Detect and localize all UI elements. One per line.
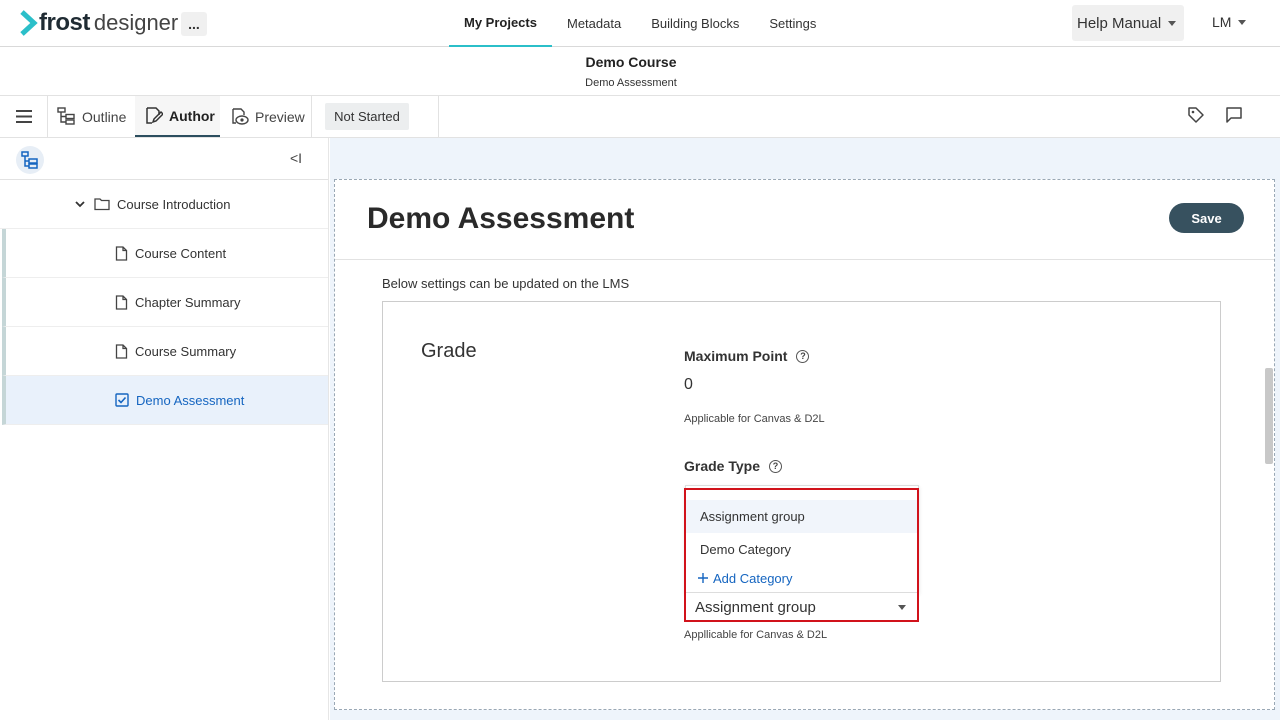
page-icon: [115, 343, 128, 359]
main-nav-tabs: My Projects Metadata Building Blocks Set…: [449, 0, 831, 47]
dropdown-option-assignment-group[interactable]: Assignment group: [686, 500, 918, 533]
tab-outline-label: Outline: [82, 108, 127, 125]
dropdown-option-demo-category[interactable]: Demo Category: [686, 533, 918, 566]
logo-brand: frost: [39, 9, 90, 36]
grade-type-select[interactable]: Assignment group: [686, 593, 918, 621]
author-edit-icon: [146, 107, 163, 124]
plus-icon: [698, 573, 708, 583]
section-title: Grade: [421, 340, 477, 362]
nav-tab-metadata[interactable]: Metadata: [552, 0, 636, 47]
tree-view-icon: [21, 151, 38, 169]
chevron-down-icon: [1168, 20, 1177, 26]
tree-item-label: Course Content: [135, 245, 227, 261]
tree-item-course-content[interactable]: Course Content: [2, 229, 328, 278]
toolbar-divider: [438, 96, 439, 137]
tree-item-course-summary[interactable]: Course Summary: [2, 327, 328, 376]
menu-button[interactable]: [0, 96, 48, 137]
chevron-down-icon: [1238, 19, 1247, 25]
grade-type-dropdown-menu: Assignment group Demo Category Add Categ…: [685, 485, 919, 593]
page-title: Demo Assessment: [367, 202, 635, 235]
add-category-button[interactable]: Add Category: [686, 566, 918, 590]
logo-product: designer: [93, 10, 179, 35]
tag-icon[interactable]: [1187, 106, 1205, 124]
status-badge[interactable]: Not Started: [325, 103, 409, 130]
user-initials: LM: [1212, 14, 1232, 30]
lms-note: Below settings can be updated on the LMS: [382, 276, 630, 291]
tree-item-chapter-summary[interactable]: Chapter Summary: [2, 278, 328, 327]
help-manual-label: Help Manual: [1077, 14, 1162, 32]
folder-icon: [94, 198, 110, 211]
frost-designer-logo[interactable]: frost designer: [20, 9, 178, 37]
tree-item-label: Course Summary: [135, 343, 237, 359]
tree-view-button[interactable]: [16, 146, 44, 174]
preview-eye-icon: [232, 108, 249, 125]
chevron-down-icon: [898, 605, 906, 610]
add-category-label: Add Category: [713, 570, 793, 586]
outline-sidebar: <I Course Introduction Course Content Ch…: [0, 138, 329, 720]
comment-icon[interactable]: [1225, 106, 1243, 124]
tab-author-label: Author: [169, 107, 215, 124]
tab-author[interactable]: Author: [135, 96, 220, 137]
collapse-sidebar-button[interactable]: <I: [290, 150, 302, 166]
tab-preview-label: Preview: [255, 108, 305, 125]
logo-chevron-icon: [20, 10, 38, 36]
grade-type-label: Grade Type ?: [684, 458, 782, 474]
nav-tab-building-blocks[interactable]: Building Blocks: [636, 0, 754, 47]
maximum-point-hint: Applicable for Canvas & D2L: [684, 413, 825, 425]
toolbar-divider: [311, 96, 312, 137]
save-button[interactable]: Save: [1169, 203, 1244, 233]
user-menu[interactable]: LM: [1212, 14, 1247, 30]
tree-folder-course-introduction[interactable]: Course Introduction: [0, 180, 328, 229]
chevron-down-icon[interactable]: [73, 197, 87, 211]
maximum-point-text: Maximum Point: [684, 348, 788, 364]
maximum-point-label: Maximum Point ?: [684, 348, 810, 364]
tab-preview[interactable]: Preview: [230, 96, 310, 137]
page-icon: [115, 245, 128, 261]
more-options-button[interactable]: ...: [181, 12, 207, 36]
tree-folder-label: Course Introduction: [117, 196, 231, 212]
course-subtitle: Demo Assessment: [585, 77, 677, 89]
help-icon[interactable]: ?: [796, 349, 810, 363]
hamburger-icon: [15, 110, 32, 123]
outline-tree-icon: [57, 107, 75, 125]
assessment-check-icon: [115, 393, 129, 407]
nav-tab-settings[interactable]: Settings: [754, 0, 831, 47]
help-icon[interactable]: ?: [769, 459, 782, 473]
grade-settings-card: Grade Maximum Point ? 0 Applicable for C…: [382, 301, 1221, 682]
course-title: Demo Course: [585, 54, 677, 70]
grade-type-hint: Appllicable for Canvas & D2L: [684, 629, 828, 641]
scrollbar-thumb[interactable]: [1265, 368, 1273, 464]
top-nav: frost designer ... My Projects Metadata …: [0, 0, 1280, 47]
help-manual-button[interactable]: Help Manual: [1072, 5, 1184, 41]
maximum-point-value[interactable]: 0: [684, 376, 693, 394]
tree-item-label: Chapter Summary: [135, 294, 241, 310]
course-header: Demo Course Demo Assessment: [0, 47, 1280, 96]
nav-tab-my-projects[interactable]: My Projects: [449, 0, 552, 47]
panel-header: Demo Assessment Save: [335, 180, 1274, 260]
editor-toolbar: Outline Author Preview Not Started: [0, 96, 1280, 138]
tab-outline[interactable]: Outline: [57, 96, 129, 137]
sidebar-header: <I: [0, 138, 328, 180]
grade-type-selected-value: Assignment group: [695, 598, 816, 616]
grade-type-text: Grade Type: [684, 458, 760, 474]
tree-item-demo-assessment[interactable]: Demo Assessment: [2, 376, 328, 425]
tree-item-label: Demo Assessment: [136, 392, 245, 408]
assessment-panel: Demo Assessment Save Below settings can …: [334, 179, 1275, 710]
page-icon: [115, 294, 128, 310]
